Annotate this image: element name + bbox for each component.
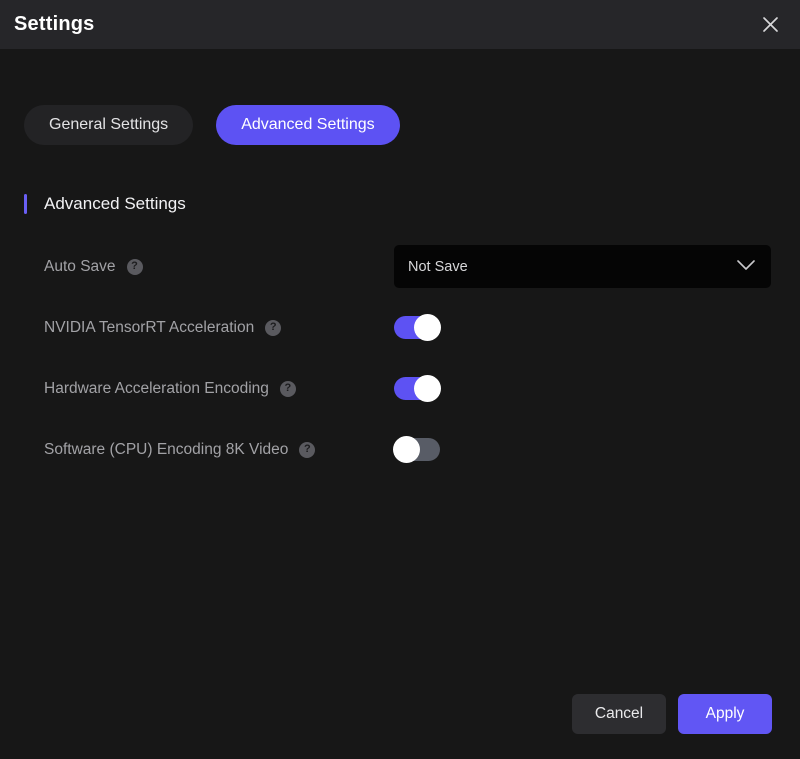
settings-tab-bar: General Settings Advanced Settings (24, 105, 400, 145)
toggle-knob (414, 375, 441, 402)
help-icon[interactable]: ? (279, 380, 296, 397)
cancel-button[interactable]: Cancel (572, 694, 666, 734)
tab-advanced-settings[interactable]: Advanced Settings (216, 105, 400, 145)
auto-save-label-group: Auto Save ? (44, 258, 394, 276)
section-header: Advanced Settings (24, 194, 186, 214)
tensorrt-label: NVIDIA TensorRT Acceleration (44, 318, 255, 336)
auto-save-label: Auto Save (44, 257, 116, 275)
section-title: Advanced Settings (44, 194, 186, 213)
toggle-knob (414, 314, 441, 341)
tensorrt-label-group: NVIDIA TensorRT Acceleration ? (44, 319, 394, 337)
software-8k-label-group: Software (CPU) Encoding 8K Video ? (44, 441, 394, 459)
setting-row-hardware-encoding: Hardware Acceleration Encoding ? (44, 358, 774, 419)
close-icon[interactable] (754, 8, 786, 40)
help-icon[interactable]: ? (265, 319, 282, 336)
hardware-encoding-label: Hardware Acceleration Encoding (44, 379, 269, 397)
settings-list: Auto Save ? Not Save NVIDIA TensorRT Acc… (44, 236, 774, 480)
toggle-knob (393, 436, 420, 463)
hardware-encoding-label-group: Hardware Acceleration Encoding ? (44, 380, 394, 398)
setting-row-tensorrt: NVIDIA TensorRT Acceleration ? (44, 297, 774, 358)
software-8k-label: Software (CPU) Encoding 8K Video (44, 440, 289, 458)
section-accent-bar (24, 194, 27, 214)
tensorrt-toggle[interactable] (394, 314, 441, 341)
apply-button[interactable]: Apply (678, 694, 772, 734)
setting-row-auto-save: Auto Save ? Not Save (44, 236, 774, 297)
setting-row-software-8k: Software (CPU) Encoding 8K Video ? (44, 419, 774, 480)
window-titlebar: Settings (0, 0, 800, 49)
dialog-footer: Cancel Apply (572, 694, 772, 734)
hardware-encoding-toggle[interactable] (394, 375, 441, 402)
auto-save-dropdown[interactable]: Not Save (394, 245, 771, 288)
chevron-down-icon (737, 258, 755, 276)
tab-general-settings[interactable]: General Settings (24, 105, 194, 145)
software-8k-toggle[interactable] (393, 436, 440, 463)
window-title: Settings (14, 13, 95, 35)
help-icon[interactable]: ? (126, 258, 143, 275)
auto-save-selected-value: Not Save (408, 258, 468, 275)
help-icon[interactable]: ? (299, 441, 316, 458)
